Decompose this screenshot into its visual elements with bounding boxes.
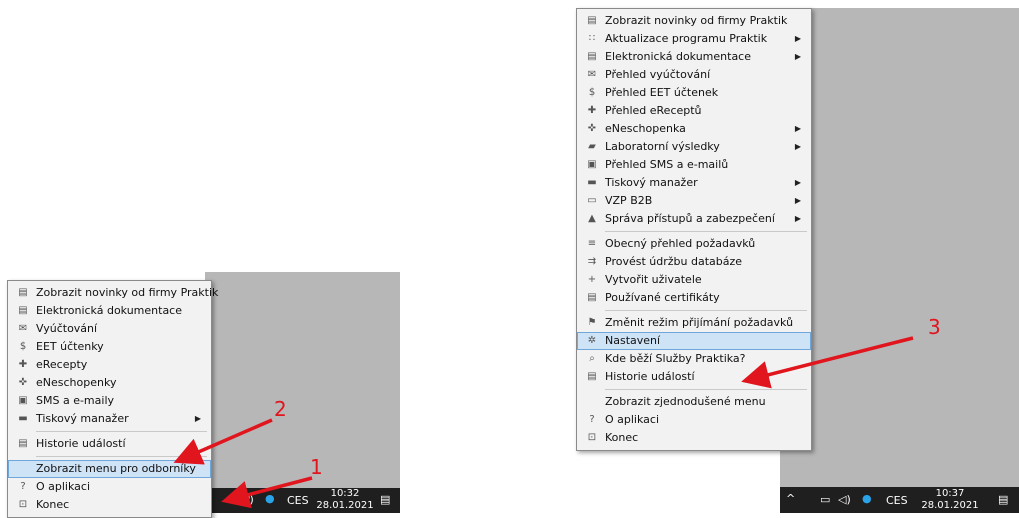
- annotation-arrow-1: [221, 476, 313, 509]
- annotation-number-3: 3: [928, 315, 941, 339]
- annotation-number-2: 2: [274, 397, 287, 421]
- annotations-layer: 1 2 3: [173, 315, 941, 509]
- annotation-number-1: 1: [310, 455, 323, 479]
- annotation-arrow-3: [741, 336, 914, 389]
- annotation-arrow-2: [173, 418, 273, 465]
